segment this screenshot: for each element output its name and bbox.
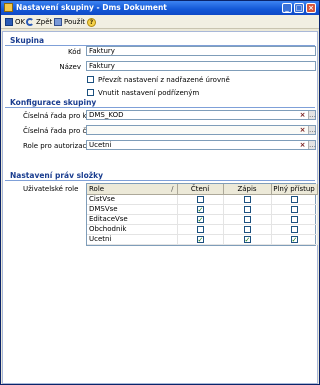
role-name-cell: DMSVse [87,204,178,215]
permission-zapis-checkbox[interactable] [243,205,251,213]
clear-icon[interactable]: × [299,111,306,119]
permission-plny-checkbox[interactable]: ✓ [290,235,298,243]
nazev-field[interactable]: Faktury [86,61,316,71]
permission-zapis-checkbox[interactable] [243,195,251,203]
close-button[interactable]: × [306,3,316,13]
permission-cteni-checkbox[interactable]: ✓ [196,205,204,213]
table-row[interactable]: DMSVse ✓ [87,204,318,215]
role-autorizace-label: Role pro autorizaci [23,142,89,150]
section-title-konfigurace: Konfigurace skupiny [10,98,97,107]
ok-label: OK [15,18,26,26]
maximize-button[interactable]: □ [294,3,304,13]
lookup-icon[interactable]: … [308,126,316,134]
permission-cell: ✓ [177,234,224,245]
permission-cell [271,194,318,205]
permission-cell [223,194,272,205]
table-row[interactable]: Obchodnik [87,224,318,235]
force-children-label: Vnutit nastavení podřízeným [98,89,200,97]
permission-cell: ✓ [177,204,224,215]
section-title-skupina: Skupina [10,36,45,45]
permission-zapis-checkbox[interactable] [243,225,251,233]
permission-plny-checkbox[interactable] [290,215,298,223]
permission-cteni-checkbox[interactable] [196,225,204,233]
undo-label: Zpět [36,18,53,26]
table-row[interactable]: CistVse [87,194,318,205]
minimize-button[interactable]: _ [282,3,292,13]
column-header-read[interactable]: Čtení [177,184,224,195]
save-icon [5,18,13,26]
role-name-cell: EditaceVse [87,214,178,225]
permission-cell [271,214,318,225]
column-header-role[interactable]: Role / [87,184,178,195]
permission-cell [177,194,224,205]
force-children-checkbox[interactable] [87,89,94,96]
permission-plny-checkbox[interactable] [290,225,298,233]
column-header-write[interactable]: Zápis [223,184,272,195]
section-divider [5,107,315,108]
help-button[interactable]: ? [87,16,96,28]
permission-zapis-checkbox[interactable]: ✓ [243,235,251,243]
dialog-content: Skupina Kód Faktury Název Faktury Převzí… [2,31,318,384]
title-bar: Nastavení skupiny - Dms Dokument _ □ × [1,1,319,15]
ciselna-cj-combo[interactable]: × … [86,125,316,135]
permission-cteni-checkbox[interactable]: ✓ [196,235,204,243]
undo-button[interactable]: Zpět [26,16,52,28]
permission-cell: ✓ [177,214,224,225]
role-name-cell: Ucetni [87,234,178,245]
kod-field[interactable]: Faktury [86,46,316,56]
role-name-cell: CistVse [87,194,178,205]
table-row[interactable]: EditaceVse ✓ [87,214,318,225]
clear-icon[interactable]: × [299,141,306,149]
permission-cteni-checkbox[interactable]: ✓ [196,215,204,223]
table-row[interactable]: Ucetni ✓ ✓ ✓ [87,234,318,245]
lookup-icon[interactable]: … [308,141,316,149]
permission-cell [223,214,272,225]
permission-cell [271,224,318,235]
permission-cell: ✓ [271,234,318,245]
kod-label: Kód [68,48,81,56]
section-title-prava: Nastavení práv složky [10,171,104,180]
permission-cell: ✓ [223,234,272,245]
ciselna-cj-label: Číselná řada pro č.j. [23,127,93,135]
grid-header-row: Role / Čtení Zápis Plný přístup [87,184,318,195]
ok-button[interactable]: OK [5,16,25,28]
ciselna-kod-combo[interactable]: DMS_KOD × … [86,110,316,120]
rights-grid[interactable]: Role / Čtení Zápis Plný přístup CistVse D… [86,183,318,246]
nazev-label: Název [59,63,81,71]
undo-icon [26,18,34,26]
ciselna-kod-label: Číselná řada pro kód [23,112,96,120]
roles-label: Uživatelské role [23,185,79,193]
role-name-cell: Obchodnik [87,224,178,235]
section-divider [5,180,315,181]
permission-cell [223,224,272,235]
lookup-icon[interactable]: … [308,111,316,119]
clear-icon[interactable]: × [299,126,306,134]
inherit-settings-checkbox[interactable] [87,76,94,83]
ciselna-kod-value: DMS_KOD [89,111,124,119]
permission-cell [271,204,318,215]
permission-cell [223,204,272,215]
help-icon: ? [87,17,96,27]
column-header-full[interactable]: Plný přístup [271,184,318,195]
permission-plny-checkbox[interactable] [290,195,298,203]
role-autorizace-combo[interactable]: Ucetni × … [86,140,316,150]
inherit-settings-label: Převzít nastavení z nadřazené úrovně [98,76,230,84]
permission-cell [177,224,224,235]
apply-icon [54,18,62,26]
permission-plny-checkbox[interactable] [290,205,298,213]
window-title: Nastavení skupiny - Dms Dokument [16,3,167,12]
apply-button[interactable]: Použít [54,16,85,28]
permission-cteni-checkbox[interactable] [196,195,204,203]
app-icon [4,3,13,12]
toolbar: OK Zpět Použít ? [1,15,319,29]
permission-zapis-checkbox[interactable] [243,215,251,223]
dialog-window: Nastavení skupiny - Dms Dokument _ □ × O… [0,0,320,385]
apply-label: Použít [64,18,86,26]
role-autorizace-value: Ucetni [89,141,112,149]
sort-icon: / [171,184,174,193]
